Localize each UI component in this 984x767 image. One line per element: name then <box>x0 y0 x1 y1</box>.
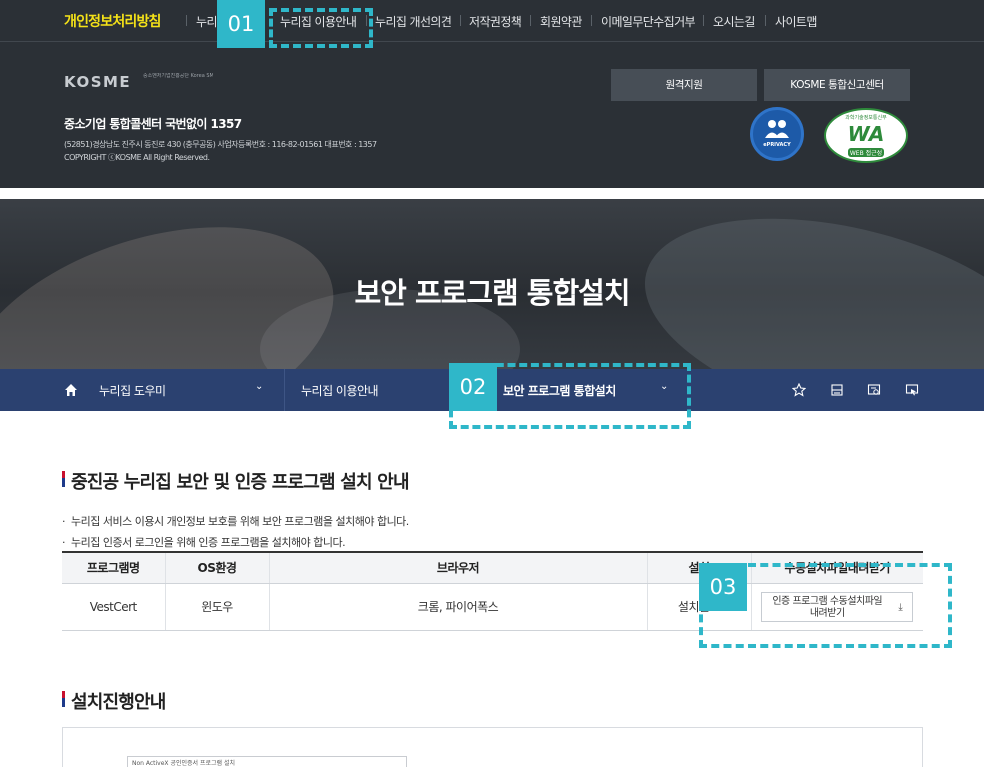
site-footer: 개인정보처리방침 누리 누리집 이용안내 누리집 개선의견 저작권정책 회원약관… <box>0 0 984 188</box>
call-center-text: 중소기업 통합콜센터 국번없이 1357 <box>64 117 242 131</box>
footer-link-feedback[interactable]: 누리집 개선의견 <box>375 13 452 30</box>
column-header-program: 프로그램명 <box>62 551 165 584</box>
address-text: (52851)경상남도 진주시 동진로 430 (충무공동) 사업자등록번호 :… <box>64 140 377 149</box>
footer-link-divider <box>765 15 766 26</box>
section-title-install-guide: 설치진행안내 <box>62 688 166 714</box>
report-center-button[interactable]: KOSME 통합신고센터 <box>764 69 910 101</box>
annotation-marker-3: 03 <box>699 563 747 611</box>
section-title-security-programs: 중진공 누리집 보안 및 인증 프로그램 설치 안내 <box>62 468 410 494</box>
footer-link-copyright-policy[interactable]: 저작권정책 <box>469 13 522 30</box>
install-dialog-preview: Non ActiveX 공인인증서 프로그램 설치 <box>127 756 407 767</box>
cell-os: 윈도우 <box>164 583 269 631</box>
footer-link-divider <box>530 15 531 26</box>
hero-banner: 보안 프로그램 통합설치 <box>0 199 984 369</box>
breadcrumb-level2[interactable]: 누리집 이용안내 <box>301 382 379 399</box>
remote-support-button[interactable]: 원격지원 <box>611 69 757 101</box>
breadcrumb-divider <box>284 369 285 411</box>
wa-bottom-text: WEB 접근성 <box>848 148 884 157</box>
footer-link-privacy-policy[interactable]: 개인정보처리방침 <box>64 11 161 31</box>
kosme-logo[interactable]: KOSME <box>64 73 131 91</box>
home-icon[interactable] <box>64 383 78 397</box>
breadcrumb-level1[interactable]: 누리집 도우미 <box>99 382 166 399</box>
cell-browser: 크롬, 파이어폭스 <box>268 583 647 631</box>
eprivacy-label: ePRIVACY <box>763 142 791 148</box>
footer-link-divider <box>186 15 187 26</box>
print-icon[interactable] <box>830 383 844 397</box>
footer-link-sitemap[interactable]: 사이트맵 <box>775 13 817 30</box>
wa-top-text: 과학기술정보통신부 <box>845 115 887 121</box>
guide-bullet: 누리집 인증서 로그인을 위해 인증 프로그램을 설치해야 합니다. <box>62 534 346 550</box>
annotation-marker-2: 02 <box>449 363 497 411</box>
footer-link-divider <box>591 15 592 26</box>
column-header-os: OS환경 <box>164 551 269 584</box>
web-accessibility-mark[interactable]: 과학기술정보통신부 WA WEB 접근성 <box>824 108 908 163</box>
guide-bullet: 누리집 서비스 이용시 개인정보 보호를 위해 보안 프로그램을 설치해야 합니… <box>62 513 409 529</box>
copyright-text: COPYRIGHT ⓒKOSME All Right Reserved. <box>64 153 210 162</box>
footer-link-terms[interactable]: 회원약관 <box>540 13 582 30</box>
share-icon[interactable] <box>867 383 881 397</box>
column-header-browser: 브라우저 <box>268 551 647 584</box>
page-title: 보안 프로그램 통합설치 <box>354 276 631 310</box>
annotation-marker-1: 01 <box>217 0 265 48</box>
cell-program-name: VestCert <box>62 583 165 631</box>
install-dialog-caption: Non ActiveX 공인인증서 프로그램 설치 <box>132 760 235 767</box>
favorite-star-icon[interactable] <box>792 383 806 397</box>
footer-link-directions[interactable]: 오시는길 <box>713 13 755 30</box>
footer-link-divider <box>703 15 704 26</box>
screen-capture-icon[interactable] <box>905 383 919 397</box>
footer-link-email-refusal[interactable]: 이메일무단수집거부 <box>601 13 696 30</box>
wa-logo-text: WA <box>847 122 885 146</box>
annotation-highlight-1 <box>269 8 373 48</box>
eprivacy-certification-mark[interactable]: ePRIVACY <box>750 107 804 161</box>
install-guide-panel: Non ActiveX 공인인증서 프로그램 설치 <box>62 727 923 767</box>
footer-link-bar: 개인정보처리방침 누리 누리집 이용안내 누리집 개선의견 저작권정책 회원약관… <box>0 0 984 42</box>
footer-link-nuri[interactable]: 누리 <box>196 13 217 30</box>
footer-link-divider <box>460 15 461 26</box>
kosme-logo-subtitle: 중소벤처기업진흥공단 Korea SMEs and Startups Agenc… <box>143 73 213 79</box>
chevron-down-icon[interactable]: ⌄ <box>255 381 263 392</box>
people-icon <box>765 120 789 138</box>
